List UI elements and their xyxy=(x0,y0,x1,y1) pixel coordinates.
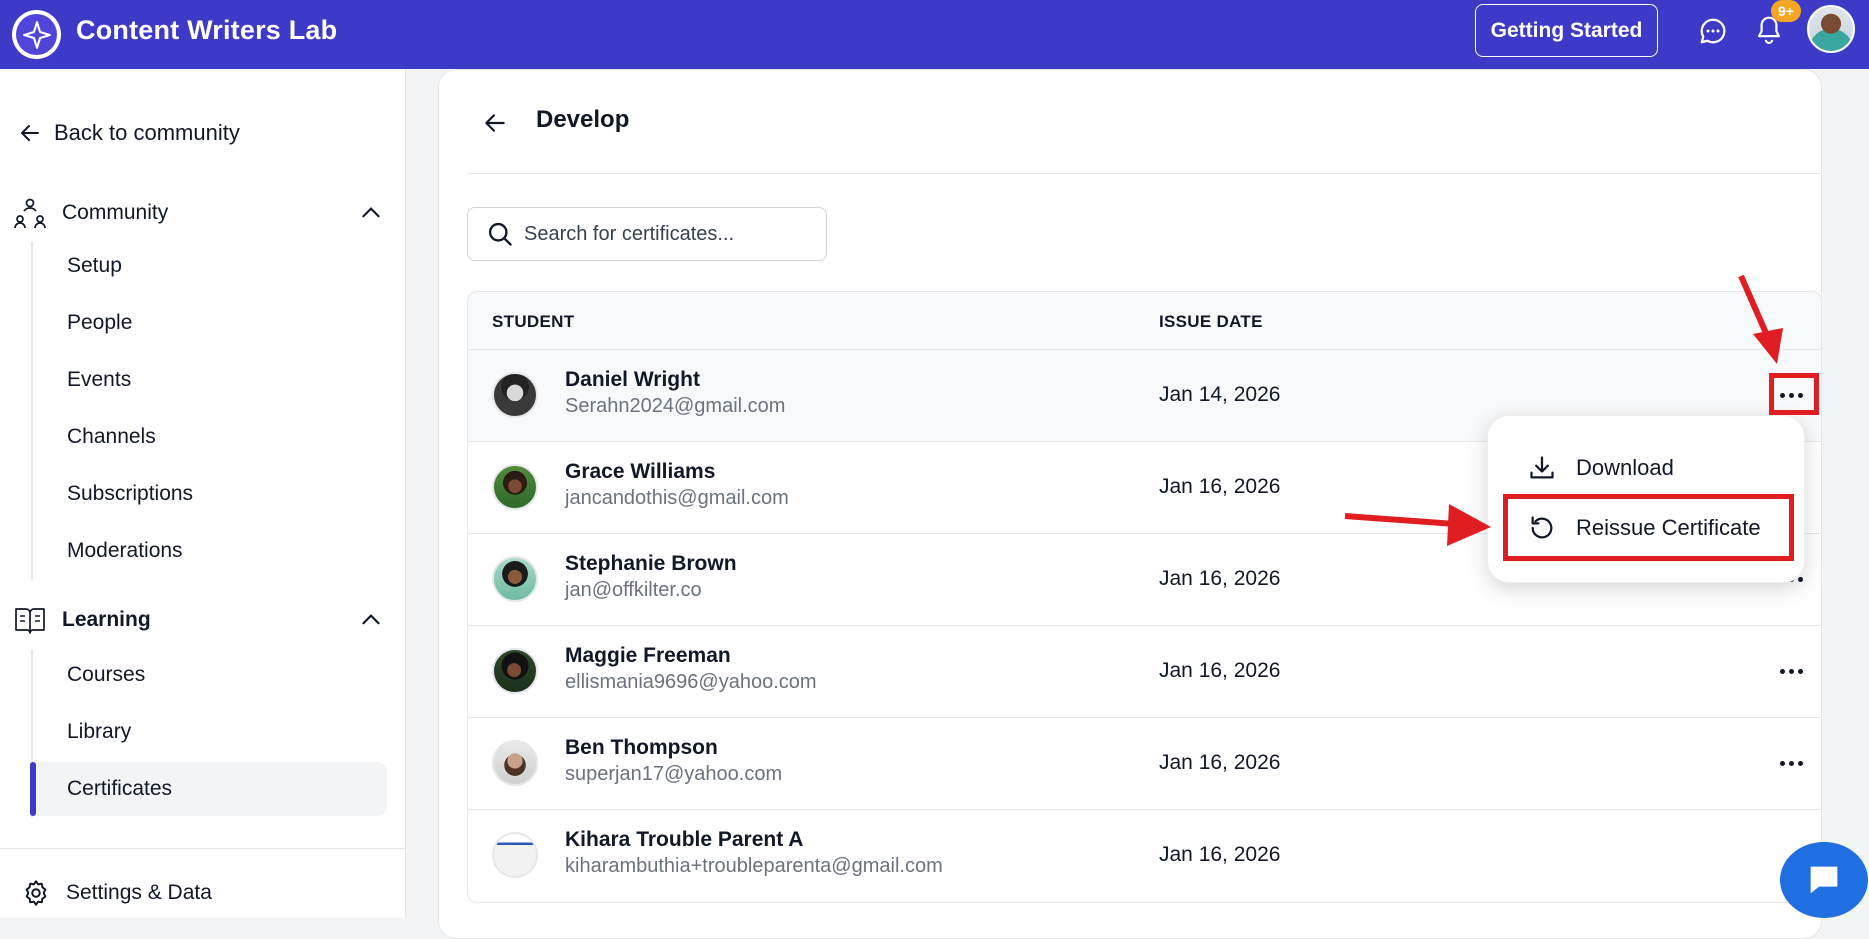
highlight-box-reissue xyxy=(1503,494,1794,561)
notification-badge: 9+ xyxy=(1771,0,1801,22)
issue-date: Jan 16, 2026 xyxy=(1159,475,1281,498)
student-email: kiharambuthia+troubleparenta@gmail.com xyxy=(565,855,943,877)
student-email: jancandothis@gmail.com xyxy=(565,487,789,509)
sidebar-item-setup[interactable]: Setup xyxy=(67,254,122,278)
sidebar-item-channels[interactable]: Channels xyxy=(67,425,156,449)
issue-date: Jan 16, 2026 xyxy=(1159,751,1281,774)
avatar xyxy=(492,556,538,602)
student-name: Grace Williams xyxy=(565,460,716,483)
sidebar-item-events[interactable]: Events xyxy=(67,368,131,392)
community-section-label: Community xyxy=(62,201,169,224)
sidebar-item-people[interactable]: People xyxy=(67,311,132,335)
app-title: Content Writers Lab xyxy=(76,15,338,45)
chat-launcher-button[interactable] xyxy=(1780,842,1868,918)
sidebar-section-learning[interactable]: Learning xyxy=(14,605,384,635)
more-options-button[interactable] xyxy=(1774,656,1808,686)
annotation-arrow-right xyxy=(1344,504,1491,546)
issue-date: Jan 16, 2026 xyxy=(1159,843,1281,866)
back-to-community-link[interactable]: Back to community xyxy=(18,120,240,146)
avatar xyxy=(492,464,538,510)
student-email: Serahn2024@gmail.com xyxy=(565,395,786,417)
open-book-icon xyxy=(15,608,45,634)
issue-date: Jan 14, 2026 xyxy=(1159,383,1281,406)
settings-and-data-link[interactable]: Settings & Data xyxy=(22,879,212,907)
avatar xyxy=(492,372,538,418)
highlight-box-more-button xyxy=(1769,373,1819,415)
settings-label: Settings & Data xyxy=(66,881,212,904)
table-row[interactable]: Maggie Freeman ellismania9696@yahoo.com … xyxy=(468,626,1821,718)
table-row[interactable]: Kihara Trouble Parent A kiharambuthia+tr… xyxy=(468,810,1821,902)
search-box[interactable] xyxy=(467,207,827,261)
annotation-arrow-down xyxy=(1738,274,1783,364)
menu-item-download[interactable]: Download xyxy=(1528,454,1674,482)
sidebar-item-library[interactable]: Library xyxy=(67,720,131,744)
sidebar-divider xyxy=(0,848,406,849)
issue-date: Jan 16, 2026 xyxy=(1159,567,1281,590)
issue-date: Jan 16, 2026 xyxy=(1159,659,1281,682)
avatar xyxy=(492,648,538,694)
table-header: STUDENT ISSUE DATE xyxy=(468,292,1821,350)
more-options-button[interactable] xyxy=(1774,748,1808,778)
download-icon xyxy=(1530,456,1554,479)
student-email: ellismania9696@yahoo.com xyxy=(565,671,817,693)
sidebar-item-certificates[interactable]: Certificates xyxy=(67,777,172,801)
back-to-community-label: Back to community xyxy=(54,120,240,145)
search-icon xyxy=(488,222,512,246)
sparkle-icon xyxy=(22,20,51,49)
column-header-student: STUDENT xyxy=(492,312,575,331)
student-email: superjan17@yahoo.com xyxy=(565,763,783,785)
avatar xyxy=(492,740,538,786)
student-name: Kihara Trouble Parent A xyxy=(565,828,804,851)
active-indicator xyxy=(30,762,36,816)
user-avatar[interactable] xyxy=(1807,5,1855,53)
arrow-left-icon xyxy=(21,125,39,141)
community-icon xyxy=(14,198,46,229)
card-divider xyxy=(468,173,1822,174)
chat-icon xyxy=(1810,866,1838,894)
community-tree-line xyxy=(31,242,33,580)
student-email: jan@offkilter.co xyxy=(565,579,702,601)
certificates-table: STUDENT ISSUE DATE Daniel Wright Serahn2… xyxy=(467,291,1822,903)
top-bar: Content Writers Lab Getting Started 9+ xyxy=(0,0,1869,69)
student-name: Maggie Freeman xyxy=(565,644,731,667)
avatar xyxy=(492,832,538,878)
table-row[interactable]: Ben Thompson superjan17@yahoo.com Jan 16… xyxy=(468,718,1821,810)
chevron-up-icon[interactable] xyxy=(358,200,384,226)
app-logo[interactable] xyxy=(12,10,61,59)
sidebar-item-courses[interactable]: Courses xyxy=(67,663,145,687)
column-header-issue-date: ISSUE DATE xyxy=(1159,312,1263,331)
gear-icon xyxy=(25,880,47,906)
sidebar-item-moderations[interactable]: Moderations xyxy=(67,539,183,563)
getting-started-button[interactable]: Getting Started xyxy=(1475,4,1658,57)
search-input[interactable] xyxy=(524,222,814,246)
download-label: Download xyxy=(1576,455,1674,480)
chat-bubble-icon[interactable] xyxy=(1698,16,1728,46)
student-name: Stephanie Brown xyxy=(565,552,737,575)
student-name: Ben Thompson xyxy=(565,736,718,759)
learning-section-label: Learning xyxy=(62,608,151,631)
chevron-up-icon[interactable] xyxy=(358,607,384,633)
student-name: Daniel Wright xyxy=(565,368,700,391)
sidebar-item-subscriptions[interactable]: Subscriptions xyxy=(67,482,193,506)
arrow-left-icon[interactable] xyxy=(482,110,508,136)
sidebar-section-community[interactable]: Community xyxy=(14,197,384,229)
page-title: Develop xyxy=(536,106,630,133)
